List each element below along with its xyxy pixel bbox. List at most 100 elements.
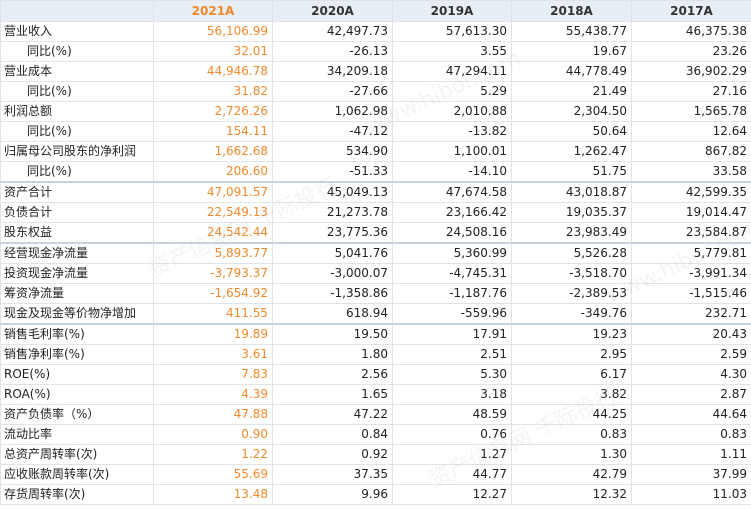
row-label: 经营现金净流量: [0, 242, 154, 264]
cell-value: -3,000.07: [272, 263, 393, 284]
table-row: ROE(%) 7.83 2.56 5.30 6.17 4.30: [0, 364, 751, 385]
table-row: 经营现金净流量 5,893.77 5,041.76 5,360.99 5,526.28 5…: [0, 242, 751, 264]
cell-value: 36,902.29: [631, 61, 751, 82]
cell-value: 1.11: [631, 444, 751, 465]
table-row: 总资产周转率(次) 1.22 0.92 1.27 1.30 1.11: [0, 444, 751, 465]
cell-value: 24,542.44: [153, 222, 273, 244]
cell-value: 1.27: [392, 444, 512, 465]
row-label: ROA(%): [0, 384, 154, 405]
cell-value: 0.90: [153, 424, 273, 445]
cell-value: 2.56: [272, 364, 393, 385]
cell-value: -27.66: [272, 81, 393, 102]
row-label: 营业成本: [0, 61, 154, 82]
cell-value: -3,518.70: [511, 263, 632, 284]
cell-value: 5.29: [392, 81, 512, 102]
cell-value: 5,526.28: [511, 242, 632, 264]
table-row: ROA(%) 4.39 1.65 3.18 3.82 2.87: [0, 384, 751, 405]
header-row: 2021A 2020A 2019A 2018A 2017A: [0, 0, 751, 22]
cell-value: 42.79: [511, 464, 632, 485]
cell-value: -559.96: [392, 303, 512, 325]
cell-value: 21,273.78: [272, 202, 393, 223]
cell-value: 19,035.37: [511, 202, 632, 223]
table-row: 同比(%) 32.01 -26.13 3.55 19.67 23.26: [0, 41, 751, 62]
table-body: 营业收入 56,106.99 42,497.73 57,613.30 55,438.77…: [0, 21, 751, 505]
cell-value: 33.58: [631, 161, 751, 183]
row-label: 销售净利率(%): [0, 344, 154, 365]
table-row: 资产负债率（%） 47.88 47.22 48.59 44.25 44.64: [0, 404, 751, 425]
cell-value: 37.35: [272, 464, 393, 485]
cell-value: 232.71: [631, 303, 751, 325]
table-row: 筹资净流量 -1,654.92 -1,358.86 -1,187.76 -2,389.5…: [0, 283, 751, 304]
cell-value: -47.12: [272, 121, 393, 142]
cell-value: -1,654.92: [153, 283, 273, 304]
cell-value: 51.75: [511, 161, 632, 183]
cell-value: 57,613.30: [392, 21, 512, 42]
row-label: 流动比率: [0, 424, 154, 445]
cell-value: 1.30: [511, 444, 632, 465]
row-label: 资产负债率（%）: [0, 404, 154, 425]
table-row: 同比(%) 206.60 -51.33 -14.10 51.75 33.58: [0, 161, 751, 183]
cell-value: 34,209.18: [272, 61, 393, 82]
cell-value: 13.48: [153, 484, 273, 505]
cell-value: 42,599.35: [631, 181, 751, 203]
cell-value: 2.87: [631, 384, 751, 405]
cell-value: 3.18: [392, 384, 512, 405]
cell-value: 47.22: [272, 404, 393, 425]
cell-value: 44,946.78: [153, 61, 273, 82]
cell-value: 2.51: [392, 344, 512, 365]
cell-value: 2,304.50: [511, 101, 632, 122]
cell-value: 2.95: [511, 344, 632, 365]
header-year-2020a[interactable]: 2020A: [272, 0, 393, 22]
cell-value: 47.88: [153, 404, 273, 425]
cell-value: 22,549.13: [153, 202, 273, 223]
table-row: 营业成本 44,946.78 34,209.18 47,294.11 44,778.49…: [0, 61, 751, 82]
cell-value: 20.43: [631, 323, 751, 345]
cell-value: -1,187.76: [392, 283, 512, 304]
header-year-2019a[interactable]: 2019A: [392, 0, 512, 22]
row-label: 应收账款周转率(次): [0, 464, 154, 485]
row-label: 负债合计: [0, 202, 154, 223]
cell-value: 19,014.47: [631, 202, 751, 223]
cell-value: 55,438.77: [511, 21, 632, 42]
cell-value: 23,775.36: [272, 222, 393, 244]
cell-value: 44.25: [511, 404, 632, 425]
header-year-2018a[interactable]: 2018A: [511, 0, 632, 22]
table-row: 同比(%) 154.11 -47.12 -13.82 50.64 12.64: [0, 121, 751, 142]
header-year-2021a[interactable]: 2021A: [153, 0, 273, 22]
cell-value: 1,662.68: [153, 141, 273, 162]
table-row: 现金及现金等价物净增加 411.55 618.94 -559.96 -349.76 232…: [0, 303, 751, 325]
cell-value: 5,893.77: [153, 242, 273, 264]
cell-value: 12.32: [511, 484, 632, 505]
cell-value: 5,041.76: [272, 242, 393, 264]
cell-value: -13.82: [392, 121, 512, 142]
cell-value: 0.84: [272, 424, 393, 445]
cell-value: -14.10: [392, 161, 512, 183]
cell-value: 19.89: [153, 323, 273, 345]
cell-value: 534.90: [272, 141, 393, 162]
cell-value: -2,389.53: [511, 283, 632, 304]
cell-value: -3,793.37: [153, 263, 273, 284]
cell-value: -3,991.34: [631, 263, 751, 284]
cell-value: 1.22: [153, 444, 273, 465]
cell-value: 45,049.13: [272, 181, 393, 203]
cell-value: 1,262.47: [511, 141, 632, 162]
cell-value: 1.80: [272, 344, 393, 365]
table-row: 销售毛利率(%) 19.89 19.50 17.91 19.23 20.43: [0, 323, 751, 345]
cell-value: 55.69: [153, 464, 273, 485]
row-label: 归属母公司股东的净利润: [0, 141, 154, 162]
cell-value: 618.94: [272, 303, 393, 325]
table-row: 利润总额 2,726.26 1,062.98 2,010.88 2,304.50 1,56…: [0, 101, 751, 122]
header-year-2017a[interactable]: 2017A: [631, 0, 751, 22]
cell-value: 47,294.11: [392, 61, 512, 82]
table-row: 存货周转率(次) 13.48 9.96 12.27 12.32 11.03: [0, 484, 751, 505]
table-row: 应收账款周转率(次) 55.69 37.35 44.77 42.79 37.99: [0, 464, 751, 485]
cell-value: -349.76: [511, 303, 632, 325]
cell-value: 867.82: [631, 141, 751, 162]
cell-value: 23,584.87: [631, 222, 751, 244]
cell-value: 44.77: [392, 464, 512, 485]
row-label: ROE(%): [0, 364, 154, 385]
cell-value: 2.59: [631, 344, 751, 365]
row-label: 同比(%): [0, 41, 154, 62]
cell-value: 19.50: [272, 323, 393, 345]
row-label: 利润总额: [0, 101, 154, 122]
